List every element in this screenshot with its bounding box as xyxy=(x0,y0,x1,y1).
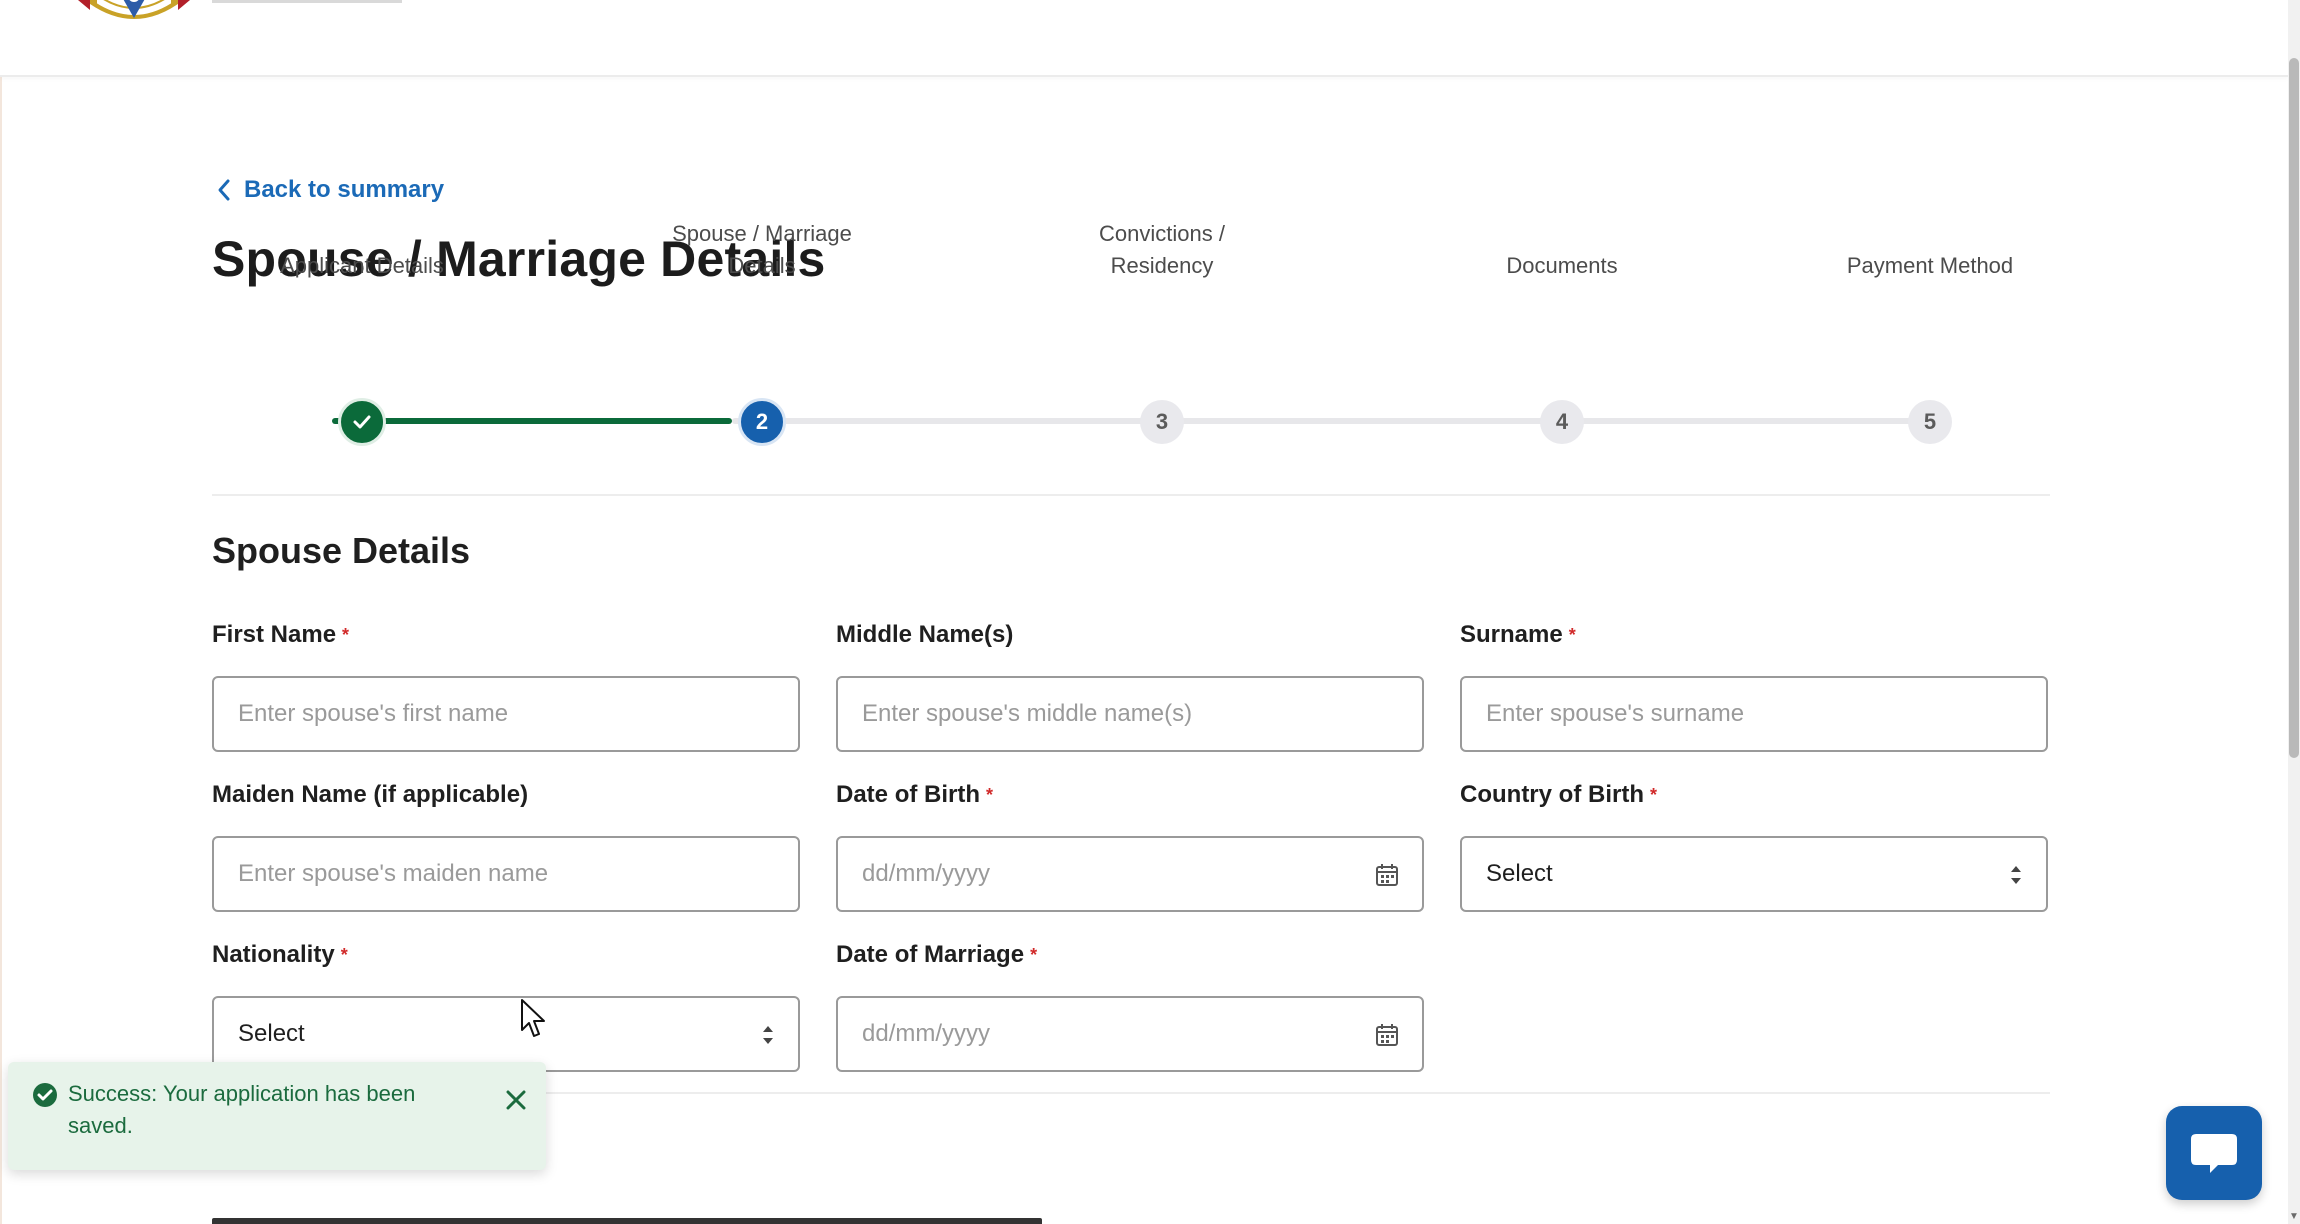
mouse-pointer-icon xyxy=(521,999,545,1037)
next-question-text-cutoff xyxy=(212,1212,1052,1224)
progress-stepper: Applicant Details Spouse / Marriage Deta… xyxy=(212,221,2050,450)
scroll-down-arrow-icon[interactable]: ▼ xyxy=(2289,1212,2299,1222)
middle-name-field: Middle Name(s) xyxy=(836,618,1424,752)
surname-label: Surname xyxy=(1460,621,1563,648)
date-of-marriage-field: Date of Marriage * dd/mm/yyyy xyxy=(836,938,1424,1072)
nationality-select[interactable]: Select xyxy=(212,996,800,1072)
back-to-summary-link[interactable]: Back to summary xyxy=(214,176,444,204)
chat-bubble-icon xyxy=(2191,1134,2237,1173)
calendar-icon[interactable] xyxy=(1374,1022,1400,1048)
maiden-name-field: Maiden Name (if applicable) xyxy=(212,778,800,912)
header-title-fragment xyxy=(212,0,402,3)
close-icon[interactable] xyxy=(502,1086,530,1114)
stepper-track-remaining xyxy=(732,418,1932,424)
date-of-birth-placeholder: dd/mm/yyyy xyxy=(862,860,991,887)
required-marker: * xyxy=(1649,785,1657,805)
date-of-marriage-label: Date of Marriage xyxy=(836,941,1025,968)
stepper-track-complete xyxy=(332,418,732,424)
scrollbar-thumb[interactable] xyxy=(2289,58,2299,758)
middle-name-input[interactable] xyxy=(862,700,1398,728)
step-number: 5 xyxy=(1908,400,1952,444)
date-of-birth-label: Date of Birth xyxy=(836,781,980,808)
first-name-input[interactable] xyxy=(238,700,774,728)
date-of-birth-input[interactable]: dd/mm/yyyy xyxy=(836,836,1424,912)
step-number: 3 xyxy=(1140,400,1184,444)
date-of-marriage-placeholder: dd/mm/yyyy xyxy=(862,1020,991,1047)
section-divider xyxy=(212,494,2050,496)
chat-support-button[interactable] xyxy=(2166,1106,2262,1200)
step-label: Payment Method xyxy=(1846,253,2014,278)
page: ▼ Back to summary Spouse / Marriage Deta… xyxy=(0,0,2300,1224)
maiden-name-input-box[interactable] xyxy=(212,836,800,912)
required-marker: * xyxy=(1568,625,1576,645)
coat-of-arms-logo xyxy=(78,0,190,19)
required-marker: * xyxy=(342,625,350,645)
maiden-name-label: Maiden Name (if applicable) xyxy=(212,781,529,808)
surname-input[interactable] xyxy=(1486,700,2022,728)
back-link-label: Back to summary xyxy=(244,176,445,203)
country-of-birth-select[interactable]: Select xyxy=(1460,836,2048,912)
middle-name-input-box[interactable] xyxy=(836,676,1424,752)
select-arrows-icon xyxy=(2011,866,2021,884)
checkmark-icon xyxy=(353,415,371,429)
surname-field: Surname * xyxy=(1460,618,2048,752)
step-label: Spouse / Marriage Details xyxy=(672,221,852,278)
date-of-birth-field: Date of Birth * dd/mm/yyyy xyxy=(836,778,1424,912)
country-of-birth-value: Select xyxy=(1486,860,1553,887)
success-toast: Success: Your application has been saved… xyxy=(8,1062,546,1170)
step-complete-indicator xyxy=(338,398,386,446)
nationality-field: Nationality * Select xyxy=(212,938,800,1072)
date-of-marriage-input[interactable]: dd/mm/yyyy xyxy=(836,996,1424,1072)
toast-message: Success: Your application has been saved… xyxy=(68,1081,416,1138)
surname-input-box[interactable] xyxy=(1460,676,2048,752)
country-of-birth-field: Country of Birth * Select xyxy=(1460,778,2048,912)
step-label: Applicant Details xyxy=(280,253,444,278)
step-number: 2 xyxy=(738,398,786,446)
site-header xyxy=(0,0,2288,77)
step-label: Convictions / Residency xyxy=(1099,221,1225,278)
calendar-icon[interactable] xyxy=(1374,862,1400,888)
nationality-value: Select xyxy=(238,1020,305,1047)
step-number: 4 xyxy=(1540,400,1584,444)
check-circle-icon xyxy=(33,1083,57,1107)
required-marker: * xyxy=(340,945,348,965)
first-name-label: First Name xyxy=(212,621,337,648)
first-name-field: First Name * xyxy=(212,618,800,752)
maiden-name-input[interactable] xyxy=(238,860,774,888)
nationality-label: Nationality xyxy=(212,941,335,968)
window-edge xyxy=(0,0,2,1224)
step-label: Documents xyxy=(1506,253,1618,278)
required-marker: * xyxy=(1030,945,1038,965)
chevron-left-icon xyxy=(218,179,230,201)
page-scrollbar[interactable]: ▼ xyxy=(2288,0,2300,1224)
country-of-birth-label: Country of Birth xyxy=(1460,781,1644,808)
select-arrows-icon xyxy=(763,1026,773,1044)
required-marker: * xyxy=(986,785,994,805)
section-title: Spouse Details xyxy=(212,530,471,571)
first-name-input-box[interactable] xyxy=(212,676,800,752)
middle-name-label: Middle Name(s) xyxy=(836,621,1014,648)
